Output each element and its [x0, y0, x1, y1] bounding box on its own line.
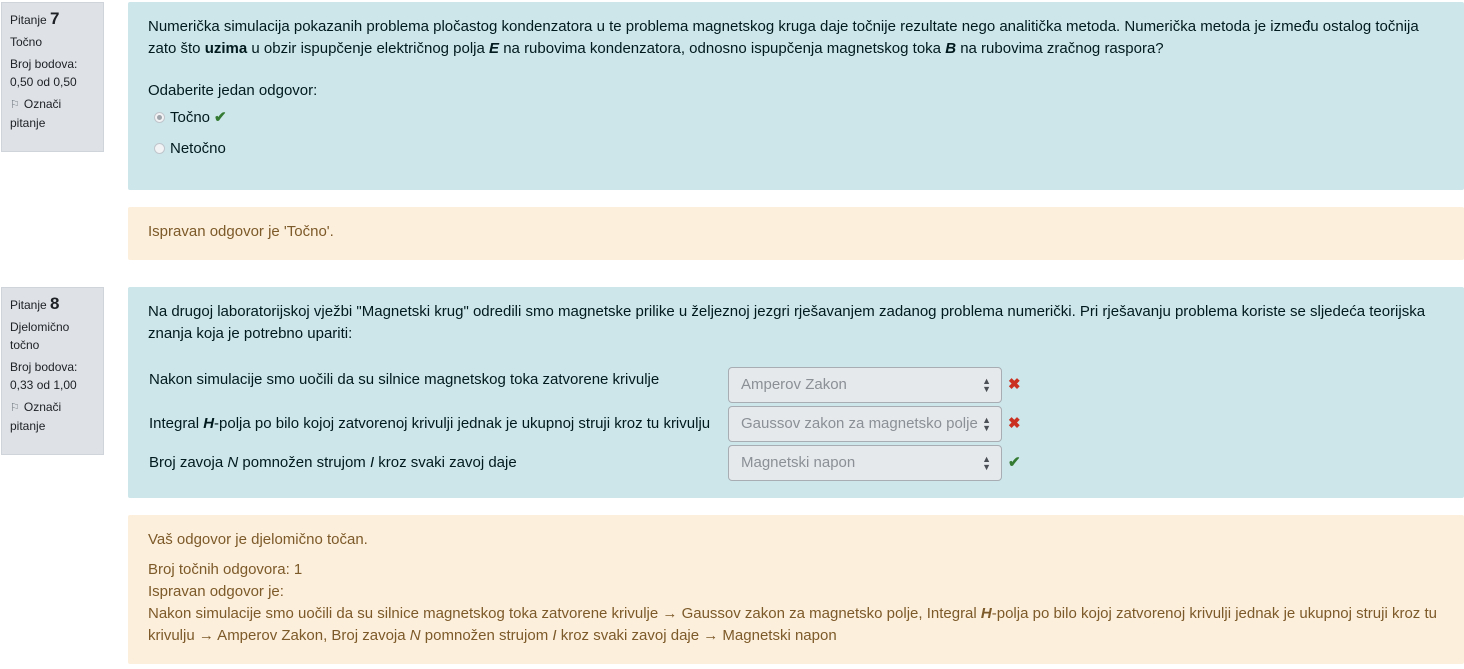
- grade-value: 0,33 od 1,00: [10, 378, 77, 392]
- radio-true[interactable]: [154, 112, 165, 123]
- match-row-3: Broj zavoja N pomnožen strujom I kroz sv…: [149, 452, 729, 474]
- match-row-2: Integral H-polja po bilo kojoj zatvoreno…: [149, 413, 729, 435]
- question-7-info: Pitanje 7 Točno Broj bodova: 0,50 od 0,5…: [1, 2, 104, 152]
- answer-prompt: Odaberite jedan odgovor:: [148, 82, 318, 99]
- cross-icon: ✖: [1008, 376, 1021, 393]
- question-8-feedback: Vaš odgovor je djelomično točan. Broj to…: [128, 515, 1464, 664]
- match-stem: Nakon simulacije smo uočili da su silnic…: [149, 371, 660, 388]
- question-8-info: Pitanje 8 Djelomično točno Broj bodova: 0…: [1, 287, 104, 455]
- question-7-formulation: Numerička simulacija pokazanih problema …: [128, 2, 1464, 190]
- match-row-1: Nakon simulacije smo uočili da su silnic…: [149, 369, 729, 391]
- flag-question-link[interactable]: ⚐ Označi pitanje: [10, 95, 96, 132]
- question-text: Numerička simulacija pokazanih problema …: [148, 18, 1419, 57]
- match-stem: Integral H-polja po bilo kojoj zatvoreno…: [149, 415, 711, 432]
- check-icon: ✔: [214, 108, 227, 126]
- radio-false[interactable]: [154, 143, 165, 154]
- select-arrows-icon: ▲ ▼: [982, 454, 991, 472]
- correct-answer-text: Nakon simulacije smo uočili da su silnic…: [148, 605, 1437, 644]
- select-arrows-icon: ▲ ▼: [982, 376, 991, 394]
- select-arrows-icon: ▲ ▼: [982, 415, 991, 433]
- flag-icon: ⚐: [10, 99, 20, 111]
- question-state: Djelomično točno: [10, 320, 70, 352]
- correct-count: Broj točnih odgovora: 1: [148, 561, 303, 578]
- flag-icon: ⚐: [10, 402, 20, 414]
- correct-answer-label: Ispravan odgovor je:: [148, 583, 284, 600]
- option-false[interactable]: Netočno: [148, 133, 1444, 164]
- option-true[interactable]: Točno ✔: [148, 102, 1444, 133]
- question-state: Točno: [10, 35, 43, 49]
- correct-answer-feedback: Ispravan odgovor je 'Točno'.: [148, 223, 334, 240]
- match-select-3[interactable]: Magnetski napon ▲ ▼: [728, 445, 1002, 481]
- partial-feedback: Vaš odgovor je djelomično točan.: [148, 531, 368, 548]
- cross-icon: ✖: [1008, 415, 1021, 432]
- question-text: Na drugoj laboratorijskoj vježbi "Magnet…: [148, 303, 1426, 342]
- match-select-2[interactable]: Gaussov zakon za magnetsko polje ▲ ▼: [728, 406, 1002, 442]
- match-select-1[interactable]: Amperov Zakon ▲ ▼: [728, 367, 1002, 403]
- grade-value: 0,50 od 0,50: [10, 75, 77, 89]
- question-7-feedback: Ispravan odgovor je 'Točno'.: [128, 207, 1464, 260]
- match-stem: Broj zavoja N pomnožen strujom I kroz sv…: [149, 454, 517, 471]
- flag-question-link[interactable]: ⚐ Označi pitanje: [10, 398, 96, 435]
- question-8-formulation: Na drugoj laboratorijskoj vježbi "Magnet…: [128, 287, 1464, 498]
- grade-label: Broj bodova:: [10, 57, 78, 71]
- grade-label: Broj bodova:: [10, 360, 78, 374]
- question-number: Pitanje 7: [10, 9, 60, 28]
- question-number: Pitanje 8: [10, 294, 60, 313]
- check-icon: ✔: [1008, 454, 1021, 471]
